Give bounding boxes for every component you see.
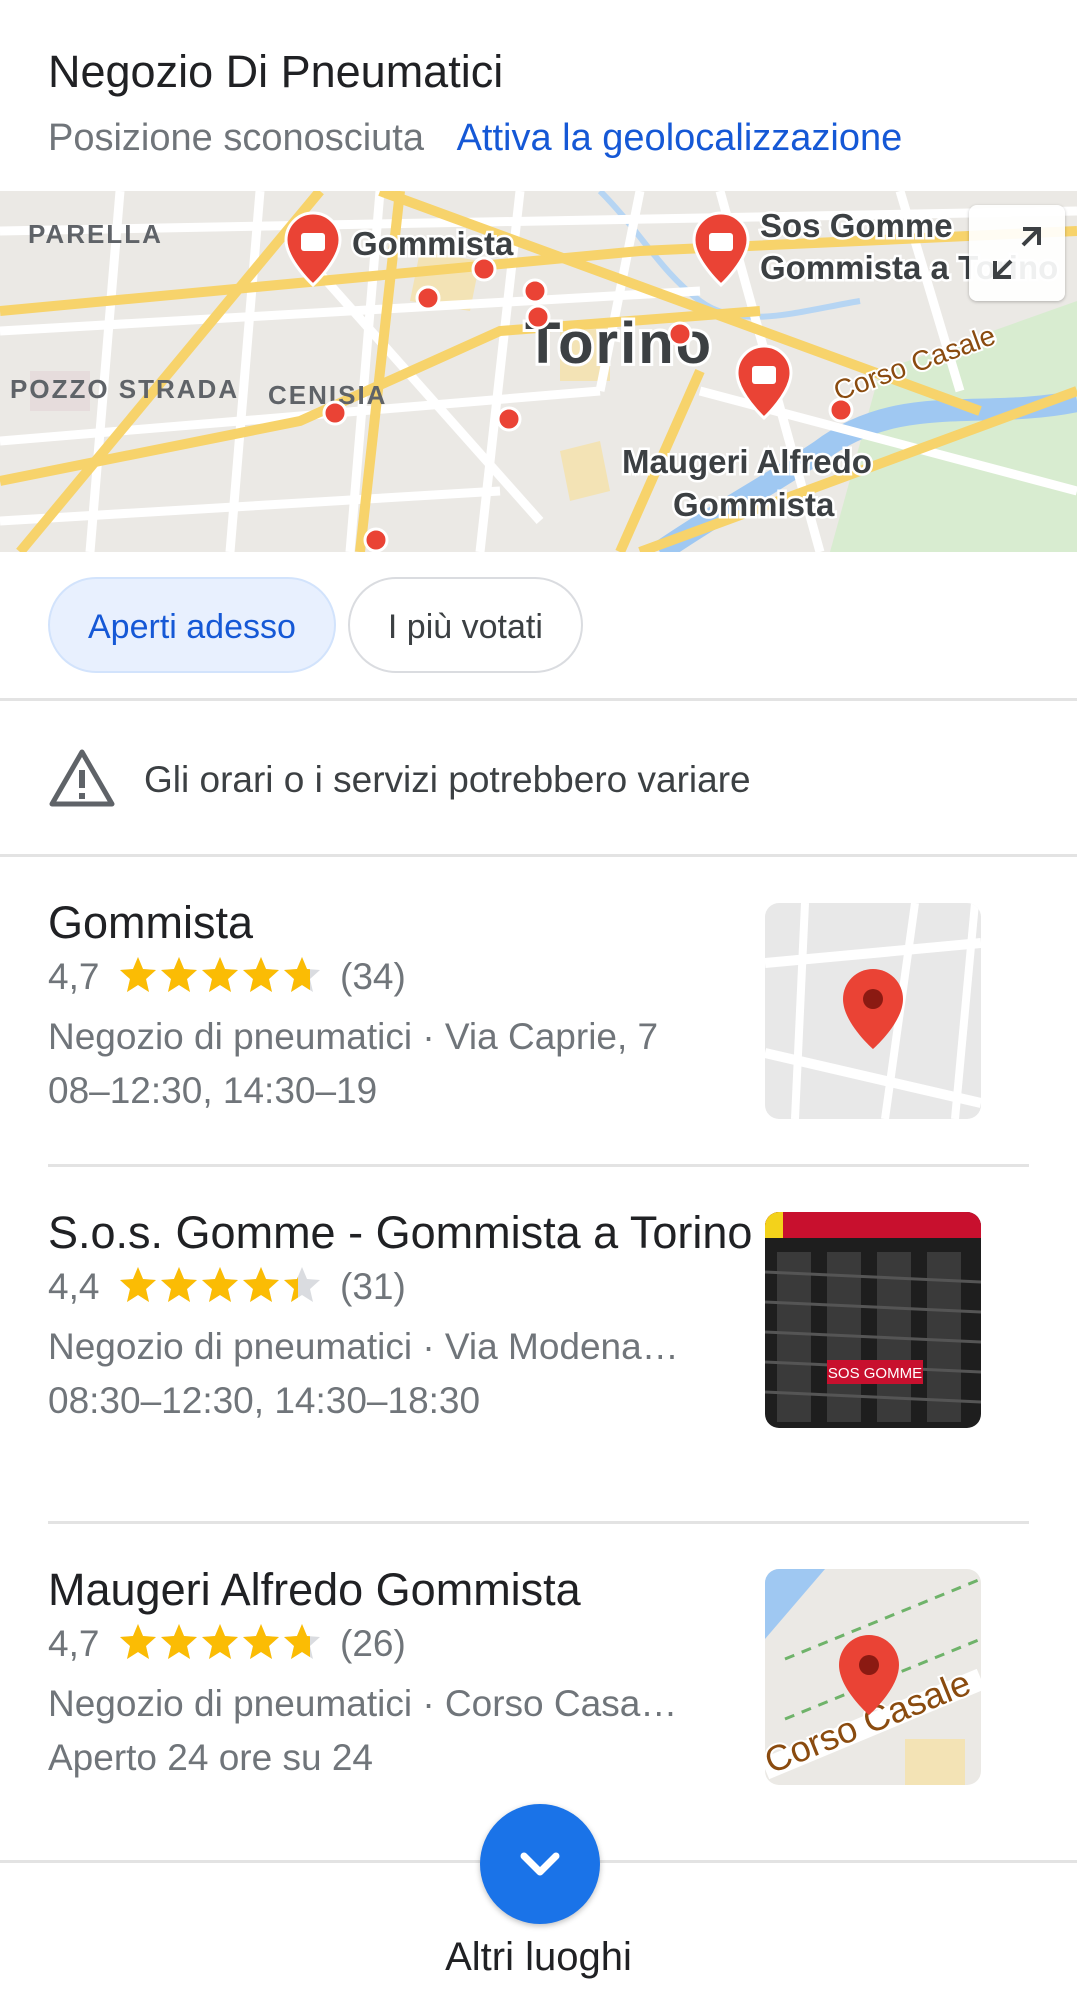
star-icon (119, 1624, 156, 1659)
result-separator (48, 1521, 1029, 1524)
star-icon (242, 1624, 279, 1659)
warning-icon (49, 749, 115, 807)
review-count: (31) (340, 1266, 406, 1307)
star-icon (283, 957, 320, 992)
place-thumbnail[interactable]: Corso Casale (765, 1569, 981, 1785)
star-icon (160, 1267, 197, 1302)
star-icon (201, 957, 238, 992)
svg-text:Gommista: Gommista (673, 486, 835, 523)
chip-open-now[interactable]: Aperti adesso (48, 577, 336, 673)
tire-photo: SOS GOMME (765, 1212, 981, 1428)
map-thumbnail: Corso Casale (765, 1569, 981, 1785)
hours-notice-text: Gli orari o i servizi potrebbero variare (144, 759, 751, 800)
review-count: (26) (340, 1623, 406, 1664)
thumb-brand-text: SOS GOMME (828, 1365, 922, 1382)
place-name[interactable]: Gommista (48, 896, 778, 950)
result-separator (48, 1164, 1029, 1167)
expand-icon (993, 227, 1041, 279)
divider (0, 854, 1077, 857)
star-rating-graphic (119, 957, 320, 992)
shopping-bag-icon (301, 233, 325, 251)
rating-value: 4,7 (48, 1623, 100, 1664)
place-details: Negozio di pneumatici · Via Modena… (48, 1326, 679, 1367)
more-places-button[interactable] (480, 1804, 600, 1924)
place-hours: Aperto 24 ore su 24 (48, 1737, 373, 1778)
more-places-label[interactable]: Altri luoghi (0, 1932, 1077, 1982)
location-line: Posizione sconosciuta Attiva la geolocal… (48, 114, 1057, 162)
review-count: (34) (340, 956, 406, 997)
filter-chips: Aperti adesso I più votati (48, 577, 583, 677)
expand-map-button[interactable] (969, 205, 1065, 301)
place-thumbnail[interactable]: SOS GOMME (765, 1212, 981, 1428)
rating-stars (118, 1265, 322, 1320)
page-title: Negozio Di Pneumatici (48, 46, 504, 97)
chevron-down-icon (520, 1852, 560, 1876)
svg-text:Maugeri Alfredo: Maugeri Alfredo (622, 443, 872, 480)
place-hours: 08–12:30, 14:30–19 (48, 1070, 378, 1111)
star-icon (160, 1624, 197, 1659)
map-thumbnail (765, 903, 981, 1119)
place-thumbnail[interactable] (765, 903, 981, 1119)
map-label-parella: PARELLA (28, 219, 163, 249)
star-icon (283, 1624, 320, 1659)
star-rating-graphic (119, 1267, 320, 1302)
place-name[interactable]: Maugeri Alfredo Gommista (48, 1563, 778, 1617)
place-details: Negozio di pneumatici · Corso Casa… (48, 1683, 678, 1724)
svg-text:Gommista: Gommista (352, 225, 514, 262)
star-icon (201, 1624, 238, 1659)
chip-top-rated[interactable]: I più votati (347, 577, 583, 673)
star-icon (283, 1267, 320, 1302)
enable-geolocation-link[interactable]: Attiva la geolocalizzazione (457, 117, 903, 159)
place-details: Negozio di pneumatici · Via Caprie, 7 (48, 1016, 659, 1057)
star-icon (119, 1267, 156, 1302)
place-hours: 08:30–12:30, 14:30–18:30 (48, 1380, 481, 1421)
rating-value: 4,4 (48, 1266, 100, 1307)
svg-text:Sos Gomme: Sos Gomme (760, 207, 953, 244)
divider (0, 698, 1077, 701)
rating-stars (118, 955, 322, 1010)
rating-stars (118, 1622, 322, 1677)
header: Negozio Di Pneumatici Posizione sconosci… (48, 44, 1057, 162)
map[interactable]: PARELLA POZZO STRADA CENISIA Torino Cors… (0, 191, 1077, 552)
star-rating-graphic (119, 1624, 320, 1659)
place-name[interactable]: S.o.s. Gomme - Gommista a Torino (48, 1206, 778, 1260)
local-results-card: Negozio Di Pneumatici Posizione sconosci… (0, 0, 1077, 2001)
map-canvas: PARELLA POZZO STRADA CENISIA Torino Cors… (0, 191, 1077, 552)
rating-value: 4,7 (48, 956, 100, 997)
hours-notice: Gli orari o i servizi potrebbero variare (48, 748, 1048, 812)
star-icon (160, 957, 197, 992)
shopping-bag-icon (709, 233, 733, 251)
star-icon (119, 957, 156, 992)
star-icon (242, 957, 279, 992)
location-status: Posizione sconosciuta (48, 117, 424, 159)
star-icon (242, 1267, 279, 1302)
star-icon (201, 1267, 238, 1302)
shopping-bag-icon (752, 366, 776, 384)
map-label-pozzo: POZZO STRADA (10, 374, 239, 404)
